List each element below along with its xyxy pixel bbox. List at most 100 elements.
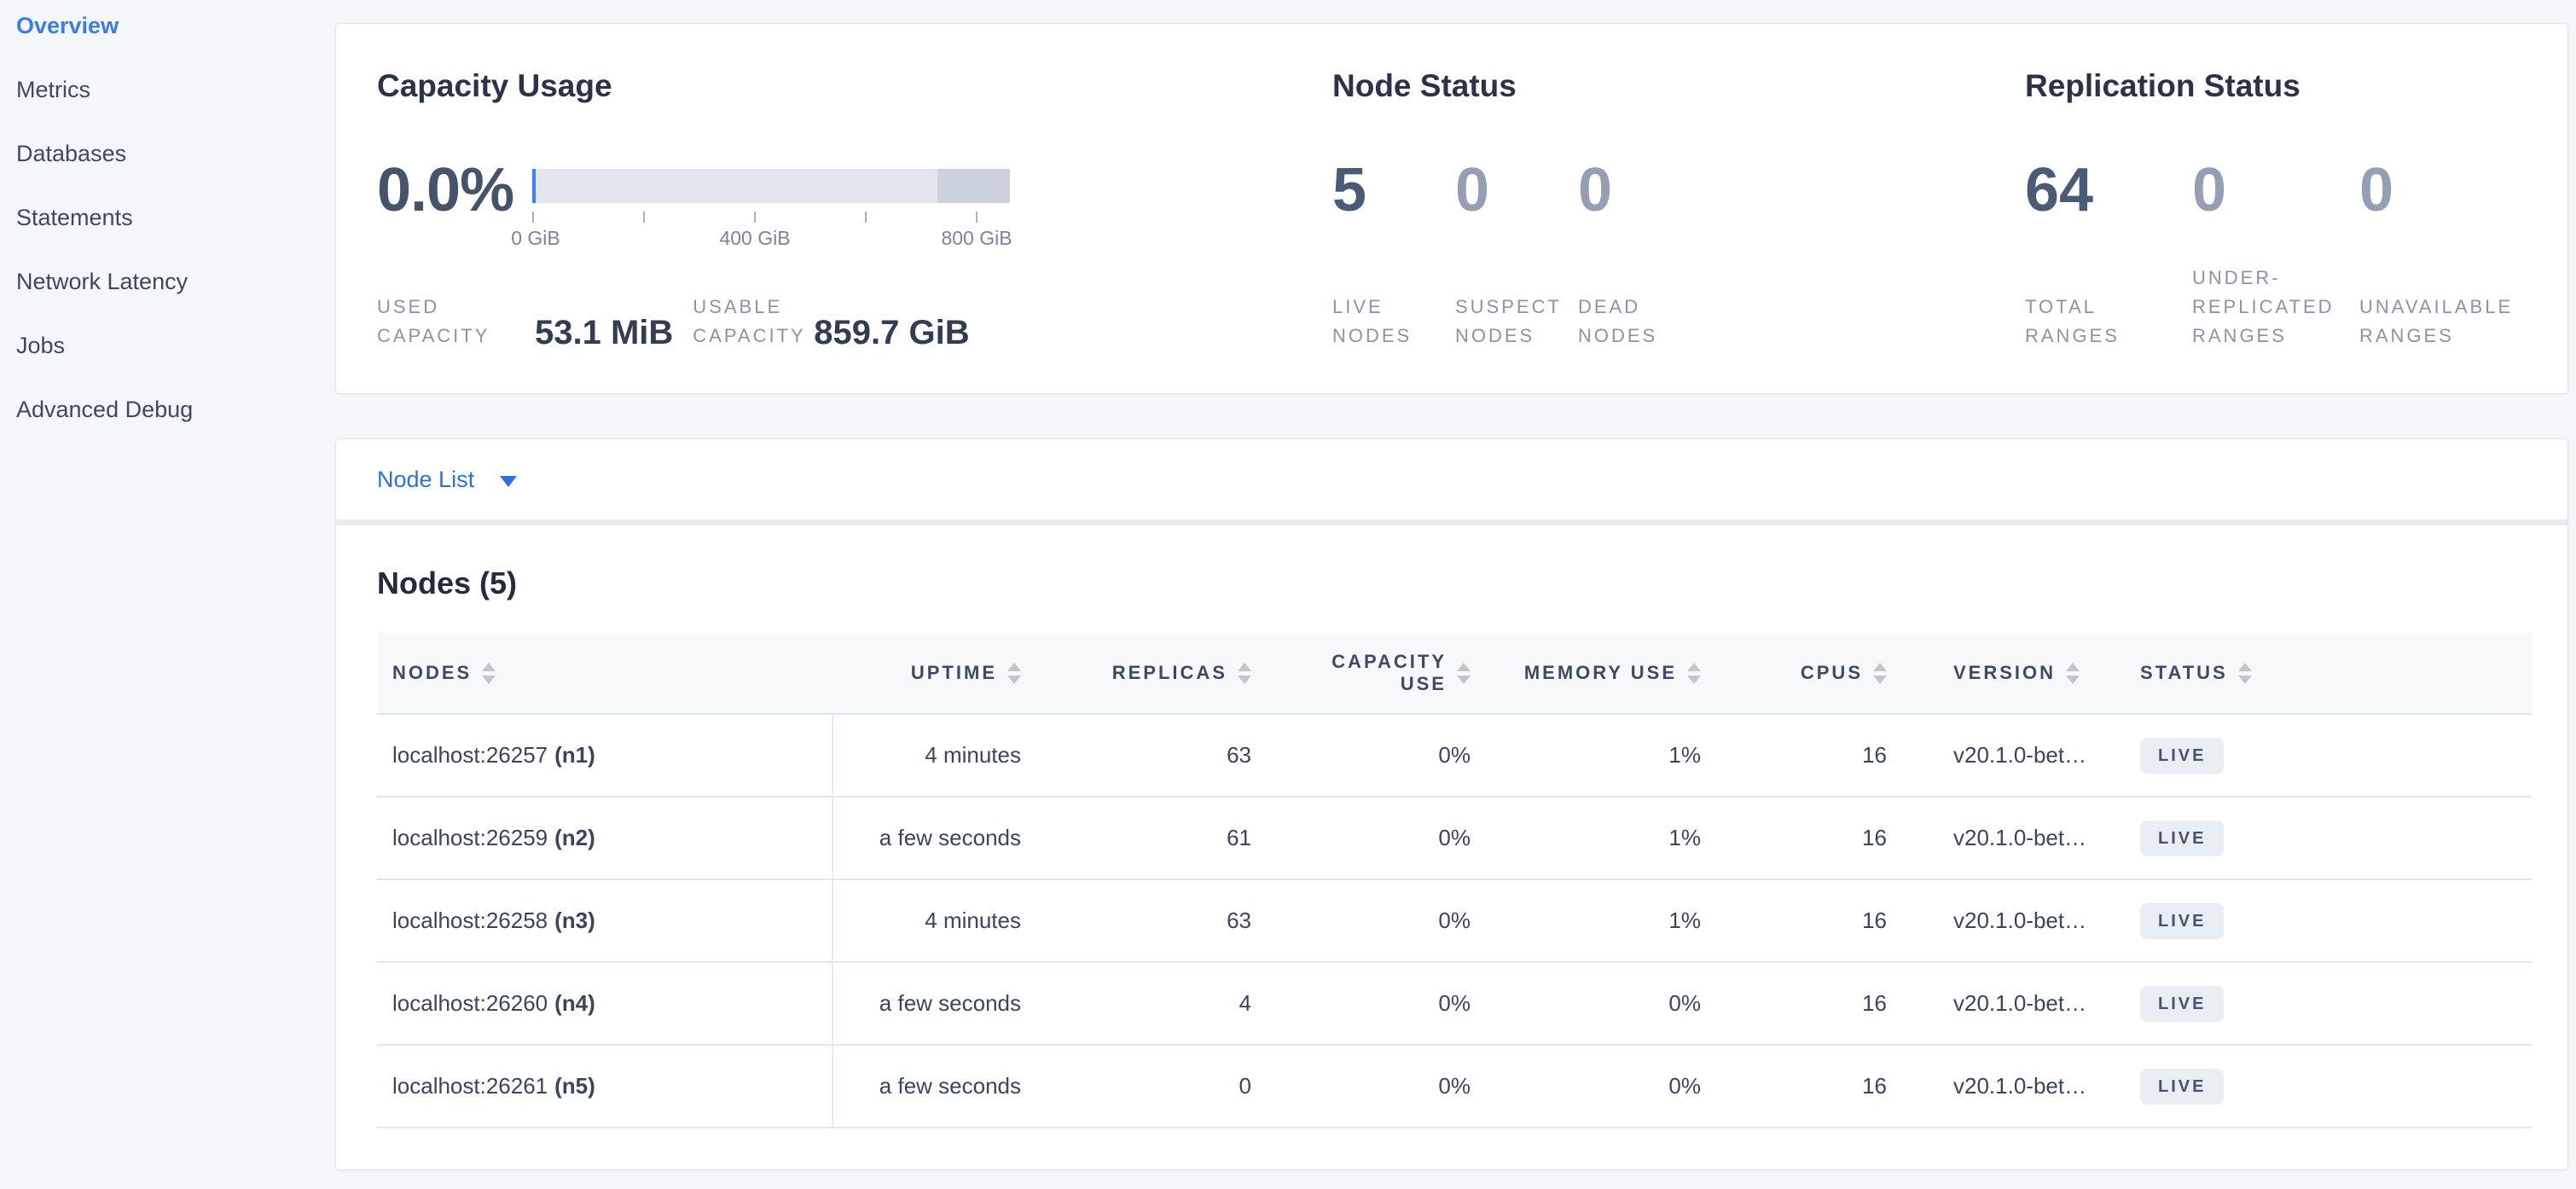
sidebar-item-metrics[interactable]: Metrics <box>16 76 335 140</box>
memory-use-cell: 1% <box>1496 798 1726 879</box>
sidebar-item-statements[interactable]: Statements <box>16 204 335 268</box>
column-header-status[interactable]: STATUS <box>2123 633 2532 713</box>
status-cell: LIVE <box>2123 798 2532 879</box>
cpus-cell: 16 <box>1726 798 1912 879</box>
node-address-cell[interactable]: localhost:26261 (n5) <box>377 1046 833 1127</box>
sidebar-item-databases[interactable]: Databases <box>16 140 335 204</box>
axis-tick <box>976 212 978 223</box>
capacity-header-line2: USE <box>1401 673 1447 695</box>
node-status-values: 5 0 0 <box>1332 166 2025 214</box>
capacity-use-cell: 0% <box>1277 798 1496 879</box>
unavailable-label-line1: UNAVAILABLE <box>2359 293 2527 322</box>
replicas-cell: 0 <box>1047 1046 1277 1127</box>
capacity-use-cell: 0% <box>1277 715 1496 796</box>
capacity-usage-title: Capacity Usage <box>377 71 1332 102</box>
version-cell: v20.1.0-bet… <box>1912 715 2123 796</box>
capacity-bar-used-marker <box>532 169 536 203</box>
status-badge: LIVE <box>2140 986 2224 1022</box>
version-cell: v20.1.0-bet… <box>1912 798 2123 879</box>
sidebar-item-network-latency[interactable]: Network Latency <box>16 268 335 332</box>
capacity-metrics-row: USED CAPACITY 53.1 MiB USABLE CAPACITY 8… <box>377 293 1332 351</box>
under-replicated-label-line3: RANGES <box>2192 322 2359 351</box>
column-header-nodes[interactable]: NODES <box>377 633 833 713</box>
node-address-cell[interactable]: localhost:26258 (n3) <box>377 880 833 961</box>
under-replicated-ranges-value: 0 <box>2192 166 2359 214</box>
sidebar-item-overview[interactable]: Overview <box>16 12 335 76</box>
column-header-replicas[interactable]: REPLICAS <box>1047 633 1277 713</box>
cluster-summary-panel: Capacity Usage 0.0% <box>335 23 2568 394</box>
table-row: localhost:26258 (n3) 4 minutes 63 0% 1% … <box>377 880 2532 963</box>
usable-capacity-label-line2: CAPACITY <box>693 322 814 351</box>
sort-icon <box>482 663 496 684</box>
sort-icon <box>1457 663 1471 684</box>
uptime-cell: a few seconds <box>833 798 1047 879</box>
main-content: Capacity Usage 0.0% <box>335 0 2576 1189</box>
cpus-cell: 16 <box>1726 963 1912 1044</box>
table-header-row: NODES UPTIME REPLICAS <box>377 633 2532 715</box>
replicas-cell: 63 <box>1047 880 1277 961</box>
used-capacity-label: USED CAPACITY <box>377 293 535 351</box>
under-replicated-ranges-label: UNDER- REPLICATED RANGES <box>2192 264 2359 351</box>
node-status-title: Node Status <box>1332 71 2025 102</box>
unavailable-label-line2: RANGES <box>2359 322 2527 351</box>
column-header-uptime-label: UPTIME <box>911 662 997 684</box>
live-label-line2: NODES <box>1332 322 1455 351</box>
memory-use-cell: 0% <box>1496 1046 1726 1127</box>
axis-tick <box>532 212 534 223</box>
node-address: localhost:26259 <box>392 825 548 851</box>
node-list-dropdown-label: Node List <box>377 467 474 493</box>
column-header-memory-use[interactable]: MEMORY USE <box>1496 633 1726 713</box>
replicas-cell: 63 <box>1047 715 1277 796</box>
uptime-cell: a few seconds <box>833 963 1047 1044</box>
table-row: localhost:26259 (n2) a few seconds 61 0%… <box>377 798 2532 880</box>
replication-values: 64 0 0 <box>2025 166 2527 214</box>
used-capacity-value: 53.1 MiB <box>535 315 673 351</box>
live-nodes-label: LIVE NODES <box>1332 293 1455 351</box>
node-address: localhost:26260 <box>392 990 548 1017</box>
node-address-cell[interactable]: localhost:26259 (n2) <box>377 798 833 879</box>
memory-use-cell: 1% <box>1496 880 1726 961</box>
dead-label-line2: NODES <box>1578 322 1701 351</box>
node-address-cell[interactable]: localhost:26260 (n4) <box>377 963 833 1044</box>
node-list-dropdown[interactable]: Node List <box>336 439 2567 519</box>
suspect-nodes-value: 0 <box>1455 166 1578 214</box>
column-header-capacity-use-label: CAPACITY USE <box>1332 651 1447 695</box>
suspect-label-line2: NODES <box>1455 322 1578 351</box>
column-header-cpus-label: CPUS <box>1801 662 1863 684</box>
sidebar-item-advanced-debug[interactable]: Advanced Debug <box>16 396 335 460</box>
uptime-cell: 4 minutes <box>833 715 1047 796</box>
replication-status-title: Replication Status <box>2025 71 2527 102</box>
usable-capacity-label: USABLE CAPACITY <box>693 293 814 351</box>
usable-capacity-label-line1: USABLE <box>693 293 814 322</box>
status-cell: LIVE <box>2123 715 2532 796</box>
replicas-cell: 4 <box>1047 963 1277 1044</box>
axis-tick <box>643 212 645 223</box>
total-ranges-label-line2: RANGES <box>2025 322 2192 351</box>
version-cell: v20.1.0-bet… <box>1912 1046 2123 1127</box>
column-header-capacity-use[interactable]: CAPACITY USE <box>1277 633 1496 713</box>
sort-icon <box>1687 663 1701 684</box>
unavailable-ranges-value: 0 <box>2359 166 2527 214</box>
node-id: (n5) <box>554 1073 595 1099</box>
column-header-cpus[interactable]: CPUS <box>1726 633 1912 713</box>
column-header-version[interactable]: VERSION <box>1912 633 2123 713</box>
panel-divider <box>336 519 2567 525</box>
node-id: (n2) <box>554 825 595 851</box>
capacity-bar <box>532 169 1010 203</box>
nodes-table-title: Nodes (5) <box>377 568 2532 599</box>
sidebar-item-jobs[interactable]: Jobs <box>16 332 335 396</box>
capacity-bar-chart: 0 GiB 400 GiB 800 GiB <box>532 169 1010 251</box>
used-capacity-label-line2: CAPACITY <box>377 322 535 351</box>
cpus-cell: 16 <box>1726 1046 1912 1127</box>
column-header-nodes-label: NODES <box>392 662 472 684</box>
axis-label-400: 400 GiB <box>719 227 790 250</box>
total-ranges-value: 64 <box>2025 166 2192 214</box>
under-replicated-label-line1: UNDER- <box>2192 264 2359 293</box>
unavailable-ranges-label: UNAVAILABLE RANGES <box>2359 293 2527 351</box>
under-replicated-label-line2: REPLICATED <box>2192 293 2359 322</box>
node-address-cell[interactable]: localhost:26257 (n1) <box>377 715 833 796</box>
status-badge: LIVE <box>2140 903 2224 939</box>
column-header-uptime[interactable]: UPTIME <box>833 633 1047 713</box>
live-nodes-value: 5 <box>1332 166 1455 214</box>
column-header-status-label: STATUS <box>2140 662 2228 684</box>
